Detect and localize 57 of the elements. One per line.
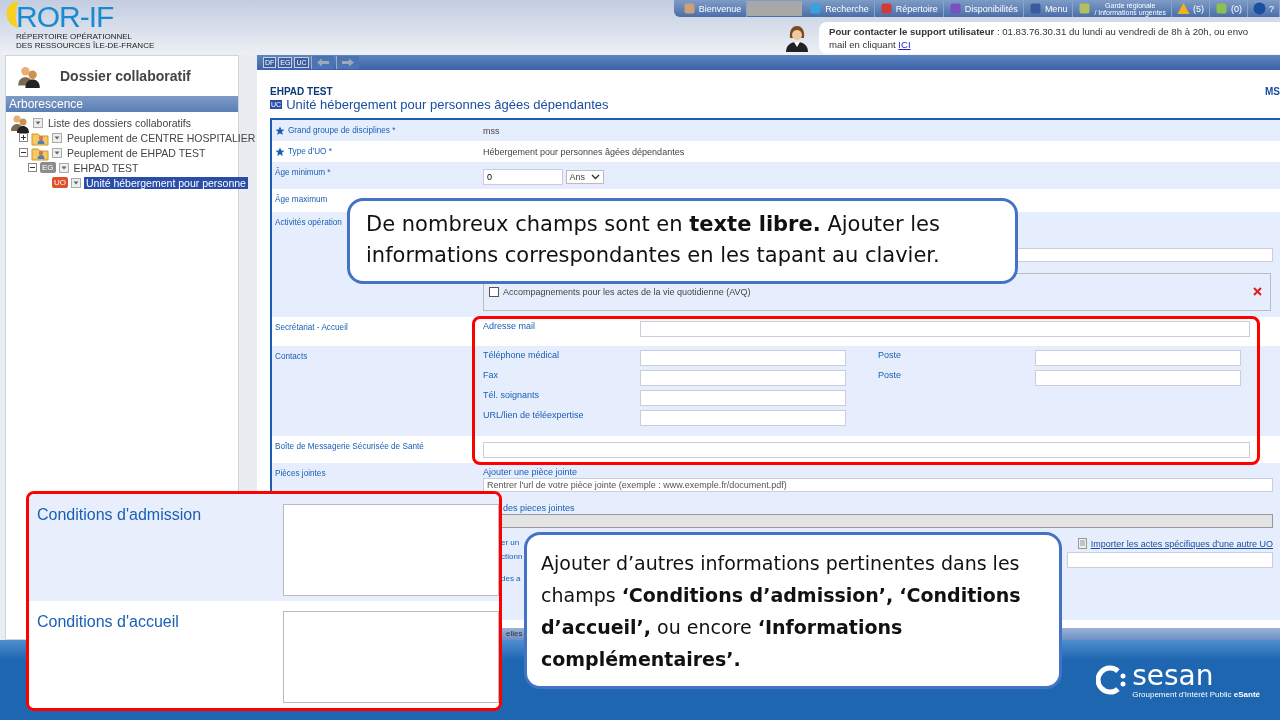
field-label: Pièces jointes [275,469,326,478]
corner-link[interactable]: MS [1265,86,1280,112]
field-label: Âge maximum [275,195,328,204]
field-label: Conditions d'admission [37,506,202,525]
field-label: Contacts [275,352,308,361]
tree-item[interactable]: EHPAD TEST [71,161,141,174]
nav-button[interactable]: Menu [1023,0,1074,17]
nav-button[interactable]: (0) [1210,0,1248,17]
nav-button[interactable]: Recherche [804,0,875,17]
field-label: Type d'UO * [288,147,332,156]
support-link[interactable]: ICI [898,39,911,50]
field-value: mss [483,126,500,136]
nav-button[interactable]: (5) [1172,0,1210,17]
tree-item[interactable]: Peuplement de CENTRE HOSPITALIER [65,131,258,144]
support-text: Pour contacter le support utilisateur : 01.83.76.30.31 du lundi au vendredi de 8h à 20h, ou envo [829,25,1250,38]
logo-subtitle: DES RESSOURCES ÎLE-DE-FRANCE [16,41,156,50]
logo: sesan [1132,661,1215,690]
input-field[interactable]: Rentrer l'url de votre pièce jointe (exemple : www.exemple.fr/document.pdf) [483,478,1273,492]
field-label: Adresse mail [483,321,537,331]
field-label: Ajouter une pièce jointe [483,467,579,477]
callout-tooltip: Ajouter d’autres informations pertinentes dans les champs ‘Conditions d’admission’, ‘Conditions d’accueil’, ou encore ‘Informations complémentaires’. [524,532,1062,689]
field-label: Tél. soignants [483,390,541,402]
panel-title: Dossier collaboratif [60,68,191,84]
tree-item[interactable]: Unité hébergement pour personne [84,176,248,189]
field-label: Poste [878,370,902,382]
unit-select[interactable]: Ans [565,170,605,184]
field-value: Hébergement pour personnes âgées dépendantes [483,147,685,157]
field-label: Conditions d'accueil [37,613,179,632]
tree-item[interactable]: Liste des dossiers collaboratifs [46,116,193,129]
field-label: Boîte de Messagerie Sécurisée de Santé [275,442,424,451]
organisation-name: EHPAD TEST [270,86,334,97]
logo-subtitle: RÉPERTOIRE OPÉRATIONNEL [16,32,134,41]
callout-tooltip: De nombreux champs sont en texte libre. Ajouter les informations correspondantes en les tapant au clavier. [347,198,1018,284]
nav-button[interactable]: Répertoire [874,0,944,17]
nav-button[interactable]: ? [1248,0,1280,17]
field-label: Secrétariat - Accueil [275,323,348,332]
logo-tagline: Groupement d'Intérêt Public eSanté [1132,689,1260,699]
field-label: Grand groupe de disciplines * [288,126,396,135]
field-label: Activités opération [275,218,342,227]
unit-badge: EG [40,162,56,173]
checkbox-label: Accompagnements pour les actes de la vie quotidienne (AVQ) [503,287,751,297]
field-label: URL/lien de téléexpertise [483,410,585,422]
field-label: Âge minimum * [275,168,331,177]
field-label: Poste [878,350,902,362]
section-header: Arborescence [6,96,238,112]
input-field[interactable]: 0 [483,169,563,185]
field-label: Fax [483,370,499,382]
tree-item[interactable]: Peuplement de EHPAD TEST [65,146,208,159]
unit-title: Unité hébergement pour personnes âgées dépendantes [286,97,609,112]
nav-button[interactable]: Disponibilités [943,0,1024,17]
support-text: mail en cliquant [829,39,896,50]
field-label: Téléphone médical [483,350,561,362]
logo: ROR-IF [16,2,114,32]
tab[interactable]: elles [506,629,523,638]
import-link[interactable]: Importer les actes spécifiques d'une autre UO [1090,538,1273,549]
field-label: des pieces jointes [502,503,576,513]
unit-badge: UO [52,177,68,188]
